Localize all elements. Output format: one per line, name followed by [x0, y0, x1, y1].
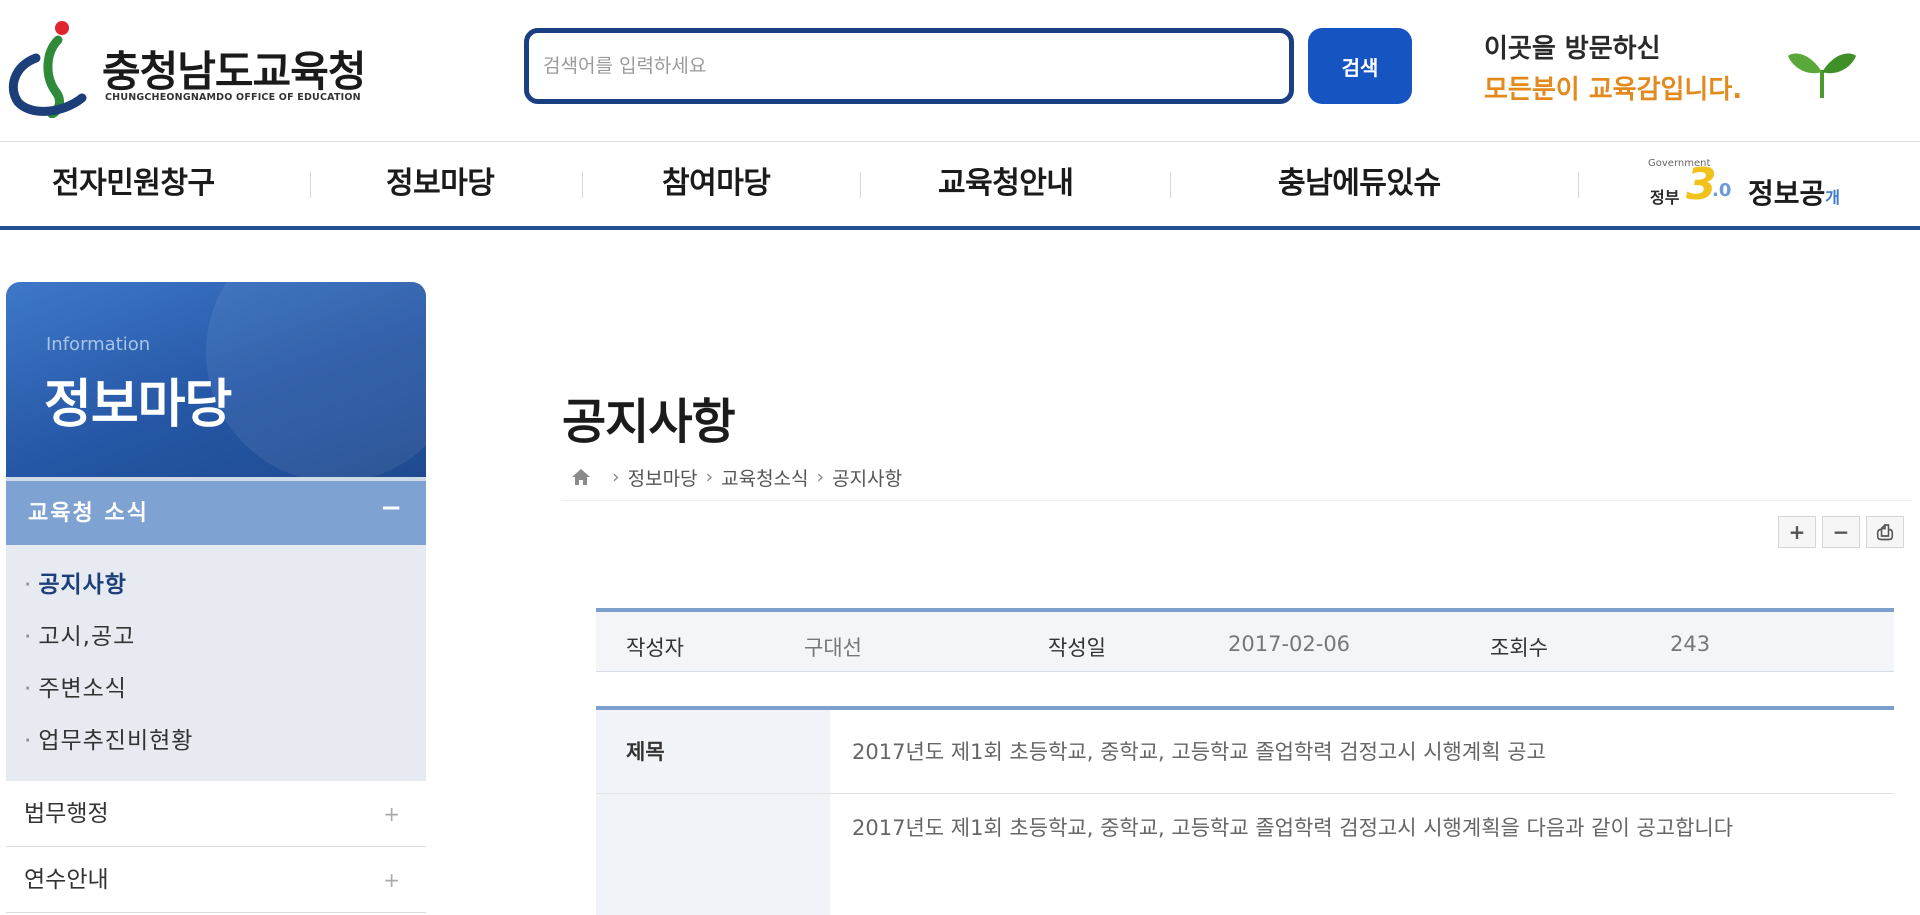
- side-nav-english-label: Information: [46, 334, 151, 355]
- zoom-out-button[interactable]: −: [1822, 516, 1860, 548]
- education-office-emblem-icon: [9, 21, 87, 118]
- breadcrumb-divider: [562, 500, 1912, 501]
- greeting-line-2: 모든분이 교육감입니다.: [1484, 75, 1743, 105]
- zoom-in-button[interactable]: +: [1778, 516, 1816, 548]
- nav-gov30-open-info[interactable]: Government 정부 3 .0 정보공개: [1648, 156, 1898, 216]
- date-label: 작성일: [1048, 636, 1106, 660]
- side-nav-submenu: · 공지사항 · 고시,공고 · 주변소식 · 업무추진비현황: [6, 545, 426, 781]
- gov30-zero-label: .0: [1712, 180, 1732, 201]
- nav-information[interactable]: 정보마당: [386, 142, 495, 226]
- side-nav-item-announcement[interactable]: · 고시,공고: [6, 611, 426, 663]
- page-tools: + − ⎙: [1778, 516, 1904, 548]
- site-header: 충청남도교육청 CHUNGCHEONGNAMDO OFFICE OF EDUCA…: [0, 0, 1920, 142]
- author-value: 구대선: [804, 636, 862, 660]
- nav-divider: [1170, 172, 1171, 198]
- post-title: 2017년도 제1회 초등학교, 중학교, 고등학교 졸업학력 검정고시 시행계…: [852, 740, 1546, 764]
- gov30-jeongbu-label: 정부: [1650, 188, 1680, 207]
- breadcrumb-item-office-news[interactable]: 교육청소식: [721, 464, 808, 491]
- gov30-info-text: 정보공: [1748, 177, 1826, 210]
- nav-office-guide[interactable]: 교육청안내: [938, 142, 1074, 226]
- nav-divider: [1578, 172, 1579, 198]
- nav-divider: [582, 172, 583, 198]
- side-nav-item-local-news[interactable]: · 주변소식: [6, 663, 426, 715]
- post-meta-bar: 작성자 구대선 작성일 2017-02-06 조회수 243: [596, 608, 1894, 672]
- expand-icon[interactable]: +: [383, 781, 400, 847]
- bullet-icon: ·: [24, 676, 33, 702]
- bullet-icon: ·: [24, 572, 33, 598]
- logo-title: 충청남도교육청: [102, 47, 366, 96]
- side-nav-title: 정보마당: [44, 375, 232, 435]
- breadcrumb: › 정보마당 › 교육청소식 › 공지사항: [570, 460, 902, 494]
- side-nav-item-label: 고시,공고: [38, 624, 136, 650]
- greeting-banner: 이곳을 방문하신 모든분이 교육감입니다.: [1484, 28, 1804, 106]
- chevron-right-icon: ›: [705, 466, 714, 488]
- gov30-gae-text: 개: [1825, 188, 1841, 207]
- post-title-row: 제목 2017년도 제1회 초등학교, 중학교, 고등학교 졸업학력 검정고시 …: [596, 710, 1894, 794]
- post-body-label-cell: [596, 794, 830, 915]
- side-nav-item-label: 주변소식: [38, 676, 127, 702]
- main-navigation: 전자민원창구 정보마당 참여마당 교육청안내 충남에듀있슈 Government…: [0, 142, 1920, 230]
- breadcrumb-item-information[interactable]: 정보마당: [628, 464, 698, 491]
- side-nav-item-label: 연수안내: [24, 867, 109, 893]
- chevron-right-icon: ›: [816, 466, 825, 488]
- author-label: 작성자: [626, 636, 684, 660]
- page-title: 공지사항: [562, 394, 736, 450]
- side-nav-item-label: 공지사항: [38, 572, 127, 598]
- nav-participation[interactable]: 참여마당: [662, 142, 771, 226]
- gov30-info-label: 정보공개: [1748, 172, 1840, 212]
- search-button[interactable]: 검색: [1308, 28, 1412, 104]
- site-logo[interactable]: 충청남도교육청 CHUNGCHEONGNAMDO OFFICE OF EDUCA…: [6, 18, 406, 118]
- views-value: 243: [1670, 632, 1711, 656]
- print-button[interactable]: ⎙: [1866, 516, 1904, 548]
- side-nav-item-notice[interactable]: · 공지사항: [6, 559, 426, 611]
- bullet-icon: ·: [24, 728, 33, 754]
- nav-divider: [310, 172, 311, 198]
- breadcrumb-item-notice[interactable]: 공지사항: [832, 464, 902, 491]
- side-navigation: Information 정보마당 교육청 소식 − · 공지사항 · 고시,공고 ·…: [6, 282, 426, 913]
- date-value: 2017-02-06: [1228, 632, 1351, 656]
- side-nav-item-legal-admin[interactable]: 법무행정 +: [6, 781, 426, 847]
- side-nav-item-expenses[interactable]: · 업무추진비현황: [6, 715, 426, 767]
- chevron-right-icon: ›: [612, 466, 620, 488]
- post-body-row: 2017년도 제1회 초등학교, 중학교, 고등학교 졸업학력 검정고시 시행계…: [596, 794, 1894, 915]
- views-label: 조회수: [1490, 636, 1548, 660]
- collapse-icon[interactable]: −: [380, 493, 402, 523]
- logo-subtitle: CHUNGCHEONGNAMDO OFFICE OF EDUCATION: [105, 92, 361, 103]
- sprout-icon: [1788, 53, 1856, 98]
- side-nav-group-office-news[interactable]: 교육청 소식 −: [6, 477, 426, 545]
- post-title-label: 제목: [626, 740, 665, 764]
- bullet-icon: ·: [24, 624, 33, 650]
- nav-edu-issue[interactable]: 충남에듀있슈: [1278, 142, 1441, 226]
- greeting-line-1: 이곳을 방문하신: [1484, 34, 1661, 64]
- search-input[interactable]: [524, 28, 1294, 104]
- post-body: 2017년도 제1회 초등학교, 중학교, 고등학교 졸업학력 검정고시 시행계…: [852, 816, 1734, 840]
- side-nav-item-label: 법무행정: [24, 801, 109, 827]
- side-nav-item-training[interactable]: 연수안내 +: [6, 847, 426, 913]
- nav-civil-petition[interactable]: 전자민원창구: [52, 142, 215, 226]
- side-nav-item-label: 업무추진비현황: [38, 728, 194, 754]
- post-title-label-cell: 제목: [596, 710, 830, 793]
- home-icon[interactable]: [570, 466, 592, 488]
- post-detail-table: 제목 2017년도 제1회 초등학교, 중학교, 고등학교 졸업학력 검정고시 …: [596, 706, 1894, 915]
- nav-divider: [860, 172, 861, 198]
- side-nav-header: Information 정보마당: [6, 282, 426, 477]
- side-nav-group-label: 교육청 소식: [28, 501, 149, 526]
- expand-icon[interactable]: +: [383, 847, 400, 913]
